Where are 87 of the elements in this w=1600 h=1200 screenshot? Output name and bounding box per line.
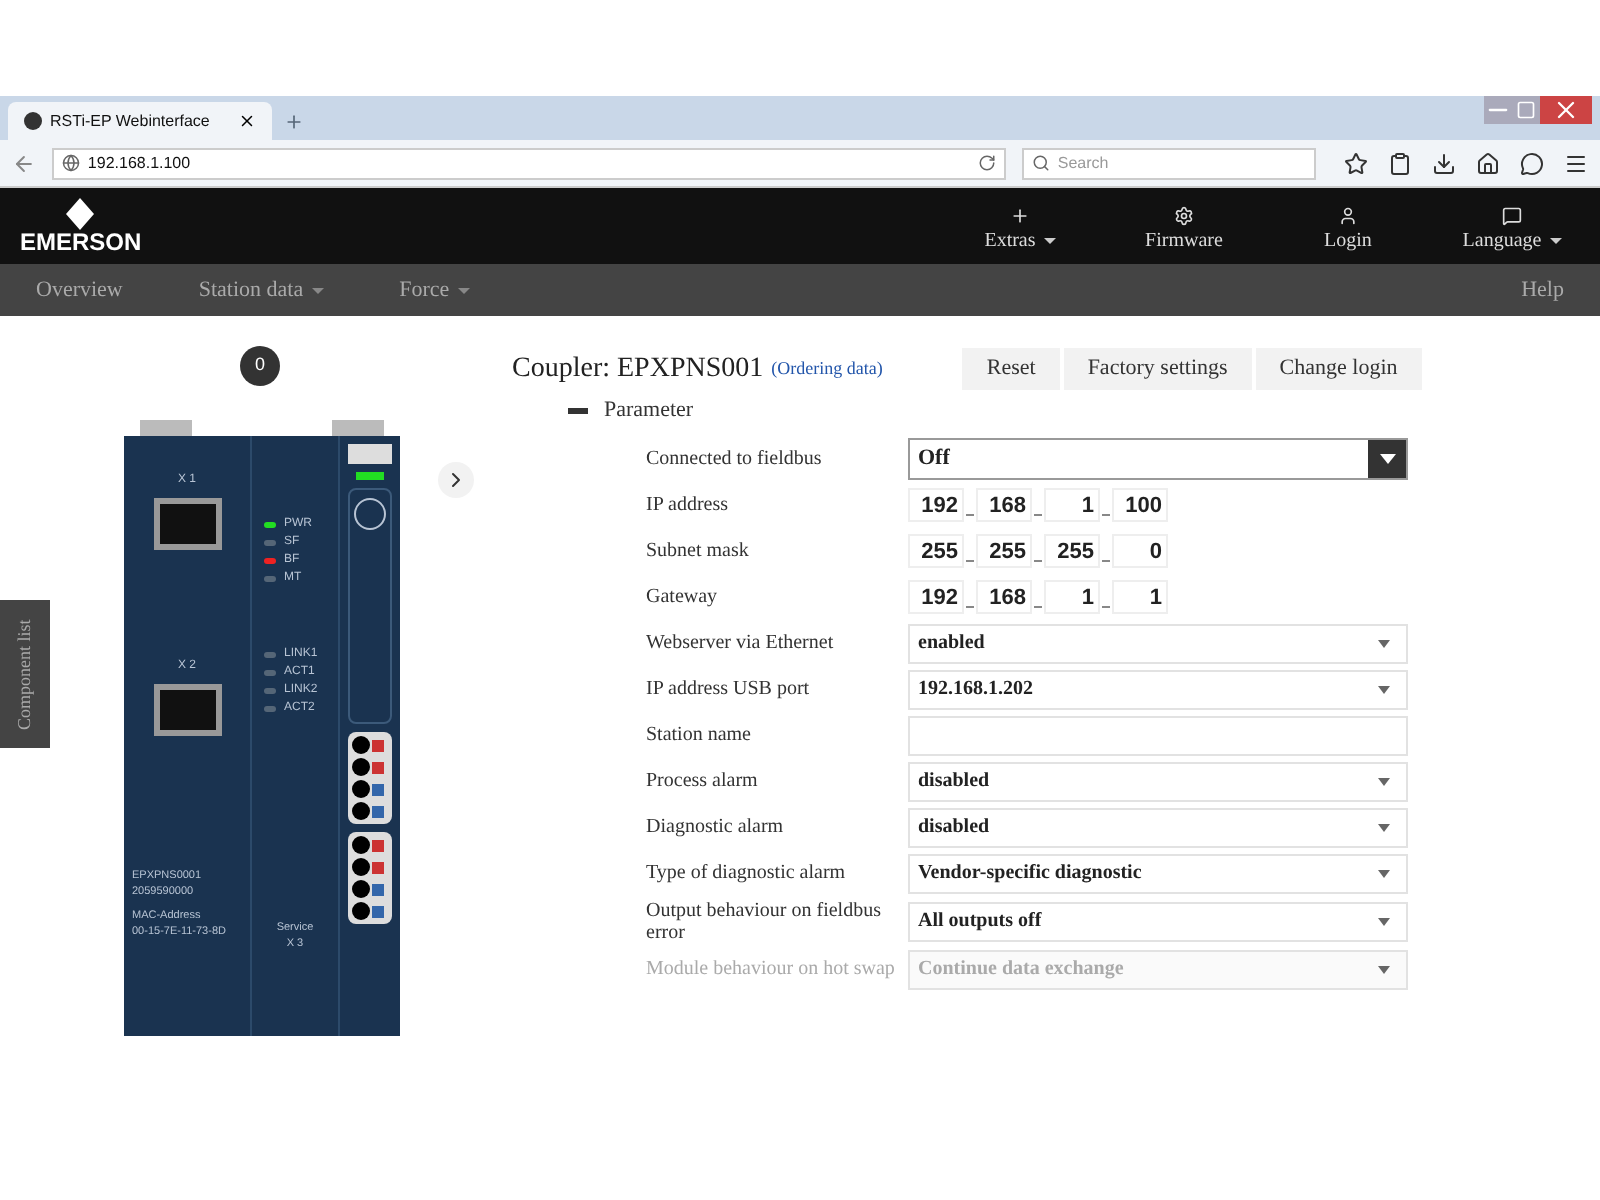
ip-octet-field[interactable]: 100 [1112, 488, 1168, 522]
header-menu-item[interactable]: Firmware [1128, 206, 1240, 256]
action-button[interactable]: Reset [962, 348, 1060, 390]
select-field[interactable]: Vendor-specific diagnostic [908, 853, 1408, 893]
ethernet-port-icon [153, 684, 221, 736]
label-plate-drawing [348, 444, 392, 464]
ethernet-port-icon [153, 498, 221, 550]
select-field[interactable]: enabled [908, 623, 1408, 663]
component-list-tab[interactable]: Component list [0, 600, 50, 748]
select-field[interactable]: disabled [908, 761, 1408, 801]
ip-octet-field[interactable]: 168 [976, 580, 1032, 614]
logo-icon [354, 498, 386, 530]
chat-icon[interactable] [1520, 151, 1544, 175]
status-led-bar-icon [356, 472, 384, 480]
param-label: Type of diagnostic alarm [646, 862, 848, 884]
dropdown-arrow-icon [1378, 685, 1390, 693]
select-field[interactable]: 192.168.1.202 [908, 669, 1408, 709]
reload-icon[interactable] [977, 154, 996, 172]
browser-tab[interactable]: RSTi-EP Webinterface [8, 102, 272, 140]
terminal-block-drawing [348, 732, 392, 824]
ip-octet-field[interactable]: 168 [976, 488, 1032, 522]
page-title: Coupler: EPXPNS001 [512, 352, 764, 388]
new-tab-icon[interactable] [284, 112, 304, 132]
dropdown-arrow-icon [1378, 965, 1390, 973]
ip-octet-field[interactable]: 255 [908, 534, 964, 568]
section-label: Parameter [604, 396, 694, 426]
input-field[interactable] [908, 715, 1408, 755]
ip-octet-field[interactable]: 0 [1112, 534, 1168, 568]
user-icon [1338, 206, 1358, 226]
action-button[interactable]: Factory settings [1063, 348, 1252, 390]
globe-icon [61, 154, 80, 172]
header-menu-item[interactable]: Language [1456, 206, 1568, 256]
header-menu-item[interactable]: Extras [964, 206, 1076, 256]
select-field[interactable]: disabled [908, 807, 1408, 847]
star-icon[interactable] [1344, 151, 1368, 175]
ip-octet-field[interactable]: 192 [908, 580, 964, 614]
dropdown-arrow-icon [1378, 917, 1390, 925]
ip-octet-field[interactable]: 192 [908, 488, 964, 522]
param-label: Webserver via Ethernet [646, 632, 836, 654]
plus-icon [1010, 206, 1030, 226]
header-menu-item[interactable]: Login [1292, 206, 1404, 256]
menu-icon[interactable] [1564, 151, 1588, 175]
action-button[interactable]: Change login [1255, 348, 1422, 390]
param-label: Gateway [646, 586, 720, 608]
param-label: Module behaviour on hot swap [646, 958, 897, 980]
dropdown-arrow-icon [1378, 639, 1390, 647]
dropdown-arrow-icon [1378, 869, 1390, 877]
chevron-right-icon[interactable] [438, 462, 474, 498]
param-label: Station name [646, 724, 753, 746]
ip-octet-field[interactable]: 255 [976, 534, 1032, 568]
site-icon [24, 112, 42, 130]
param-label: Connected to fieldbus [646, 447, 824, 469]
help-link[interactable]: Help [1521, 273, 1564, 307]
chat-icon [1502, 206, 1522, 226]
param-label: Diagnostic alarm [646, 816, 786, 838]
ip-octet-field[interactable]: 1 [1112, 580, 1168, 614]
rail-clip-drawing [140, 420, 192, 436]
ordering-data-link[interactable]: (Ordering data) [771, 355, 883, 383]
param-label: Process alarm [646, 770, 760, 792]
rail-clip-drawing [332, 420, 384, 436]
logo-text: EMERSON [20, 230, 142, 256]
settings-icon [1174, 206, 1194, 226]
collapse-icon[interactable] [568, 407, 588, 414]
ip-octet-field[interactable]: 1 [1044, 488, 1100, 522]
param-label: IP address [646, 494, 731, 516]
dropdown-arrow-icon [1378, 777, 1390, 785]
home-icon[interactable] [1476, 151, 1500, 175]
nav-item[interactable]: Station data [198, 273, 324, 307]
clipboard-icon[interactable] [1388, 151, 1412, 175]
terminal-block-drawing [348, 832, 392, 924]
back-icon[interactable] [12, 151, 36, 175]
ip-octet-field[interactable]: 255 [1044, 534, 1100, 568]
param-label: IP address USB port [646, 678, 812, 700]
logo-icon [66, 198, 95, 230]
download-icon[interactable] [1432, 151, 1456, 175]
select-field[interactable]: All outputs off [908, 901, 1408, 941]
param-label: Subnet mask [646, 540, 751, 562]
search-icon [1031, 154, 1050, 172]
ip-octet-field[interactable]: 1 [1044, 580, 1100, 614]
count-badge: 0 [240, 346, 280, 386]
select-field[interactable]: Off [908, 437, 1408, 479]
dropdown-arrow-icon [1378, 823, 1390, 831]
close-icon[interactable] [238, 112, 256, 130]
param-label: Output behaviour on fieldbus error [646, 899, 883, 943]
nav-item[interactable]: Overview [36, 273, 123, 307]
nav-item[interactable]: Force [399, 273, 470, 307]
address-bar[interactable]: 192.168.1.100 [51, 147, 1006, 179]
